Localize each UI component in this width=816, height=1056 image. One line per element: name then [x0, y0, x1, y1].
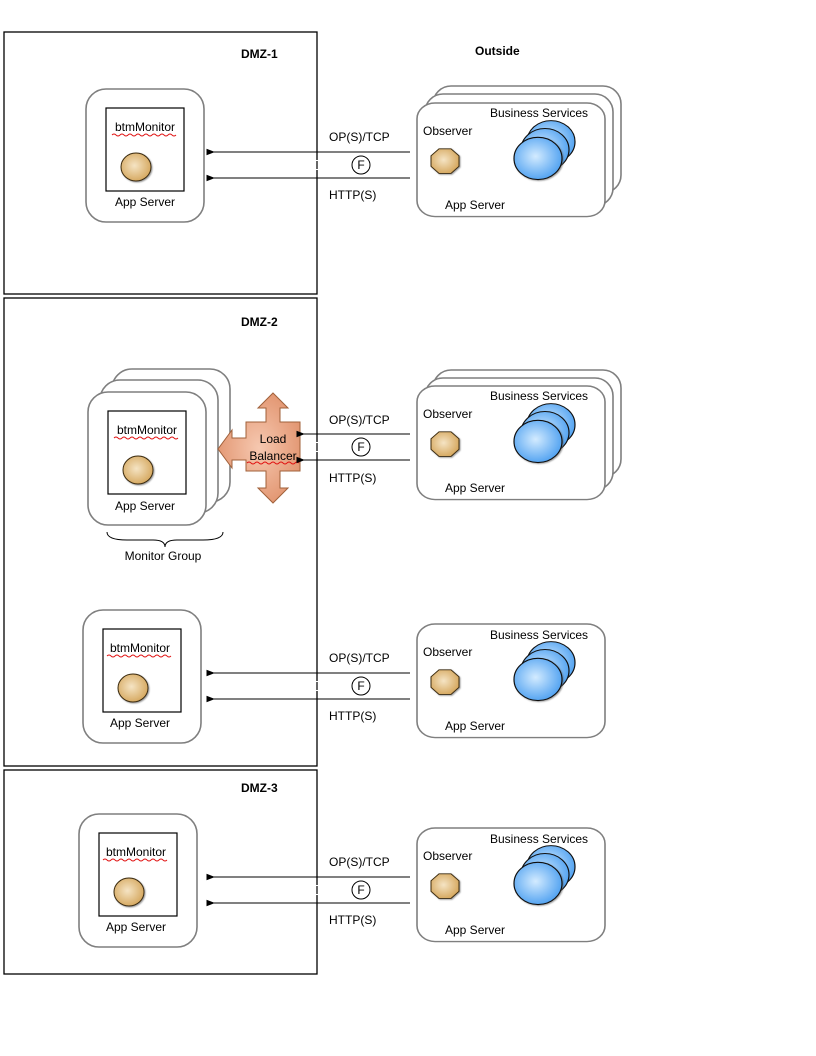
outside-title: Outside: [475, 44, 520, 58]
observer-label: Observer: [423, 124, 472, 138]
app-server-label: App Server: [445, 719, 505, 733]
deployment-diagram: DMZ-1 DMZ-2 DMZ-3 Outside btmMonitor App…: [3, 31, 622, 975]
outside-app-server-2[interactable]: Business Services Observer App Server: [417, 369, 622, 500]
group-brace: [106, 531, 224, 548]
monitor-group[interactable]: btmMonitor App Server Monitor Group: [88, 368, 231, 563]
firewall-label: F: [357, 440, 364, 454]
app-server-label: App Server: [445, 923, 505, 937]
firewall-label: F: [357, 679, 364, 693]
connection-1: OP(S)/TCP F HTTP(S): [206, 130, 410, 202]
monitor-component-label: btmMonitor: [115, 120, 175, 134]
outside-app-server-3[interactable]: Business Services Observer App Server: [417, 624, 605, 738]
firewall-label: F: [357, 158, 364, 172]
monitor-app-server-3[interactable]: btmMonitor App Server: [83, 610, 201, 743]
app-server-label: App Server: [445, 481, 505, 495]
protocol-bottom-label: HTTP(S): [329, 709, 376, 723]
business-services-label: Business Services: [490, 106, 588, 120]
protocol-bottom-label: HTTP(S): [329, 471, 376, 485]
monitor-component-label: btmMonitor: [106, 845, 166, 859]
business-services-label: Business Services: [490, 832, 588, 846]
firewall-label: F: [357, 883, 364, 897]
protocol-top-label: OP(S)/TCP: [329, 130, 390, 144]
outside-app-server-1[interactable]: Business Services Observer App Server: [417, 85, 622, 217]
protocol-top-label: OP(S)/TCP: [329, 855, 390, 869]
connection-3: OP(S)/TCP F HTTP(S): [206, 651, 410, 723]
outside-app-server-4[interactable]: Business Services Observer App Server: [417, 828, 605, 942]
protocol-bottom-label: HTTP(S): [329, 913, 376, 927]
observer-label: Observer: [423, 645, 472, 659]
observer-label: Observer: [423, 849, 472, 863]
connection-4: OP(S)/TCP F HTTP(S): [206, 855, 410, 927]
monitor-app-server-1[interactable]: btmMonitor App Server: [86, 89, 204, 222]
business-services-label: Business Services: [490, 389, 588, 403]
load-balancer-label-line1: Load: [260, 432, 287, 446]
app-server-label: App Server: [445, 198, 505, 212]
monitor-group-label: Monitor Group: [125, 549, 202, 563]
load-balancer-label-line2: Balancer: [249, 449, 296, 463]
zone-title-dmz-1: DMZ-1: [241, 47, 278, 61]
monitor-container-label: App Server: [115, 195, 175, 209]
monitor-container-label: App Server: [110, 716, 170, 730]
monitor-app-server-4[interactable]: btmMonitor App Server: [79, 814, 197, 947]
connection-2: OP(S)/TCP F HTTP(S): [296, 413, 410, 485]
observer-label: Observer: [423, 407, 472, 421]
monitor-component-label: btmMonitor: [117, 423, 177, 437]
zone-title-dmz-2: DMZ-2: [241, 315, 278, 329]
business-services-label: Business Services: [490, 628, 588, 642]
protocol-top-label: OP(S)/TCP: [329, 651, 390, 665]
zone-title-dmz-3: DMZ-3: [241, 781, 278, 795]
protocol-bottom-label: HTTP(S): [329, 188, 376, 202]
protocol-top-label: OP(S)/TCP: [329, 413, 390, 427]
monitor-container-label: App Server: [106, 920, 166, 934]
monitor-component-label: btmMonitor: [110, 641, 170, 655]
monitor-container-label: App Server: [115, 499, 175, 513]
